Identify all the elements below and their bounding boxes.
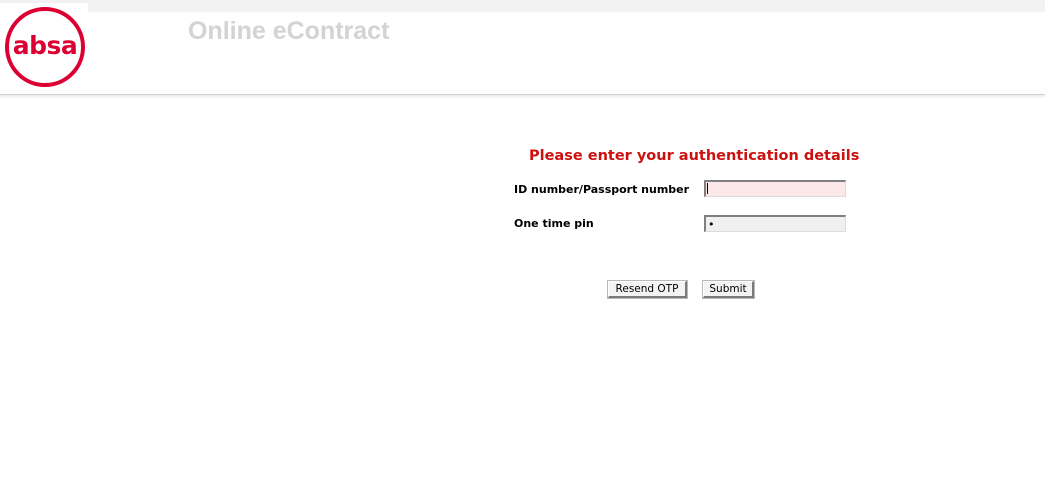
id-number-label: ID number/Passport number [514, 183, 690, 196]
app-title: Online eContract [188, 17, 390, 45]
text-caret [707, 183, 708, 194]
id-number-input[interactable] [704, 180, 846, 197]
one-time-pin-label: One time pin [514, 217, 594, 230]
submit-button[interactable]: Submit [702, 280, 755, 299]
page-header: absa Online eContract [0, 0, 1045, 95]
form-heading: Please enter your authentication details [529, 148, 860, 164]
resend-otp-button[interactable]: Resend OTP [607, 280, 688, 299]
one-time-pin-input[interactable] [704, 215, 846, 232]
absa-logo: absa [0, 3, 88, 89]
logo-text: absa [12, 31, 78, 60]
